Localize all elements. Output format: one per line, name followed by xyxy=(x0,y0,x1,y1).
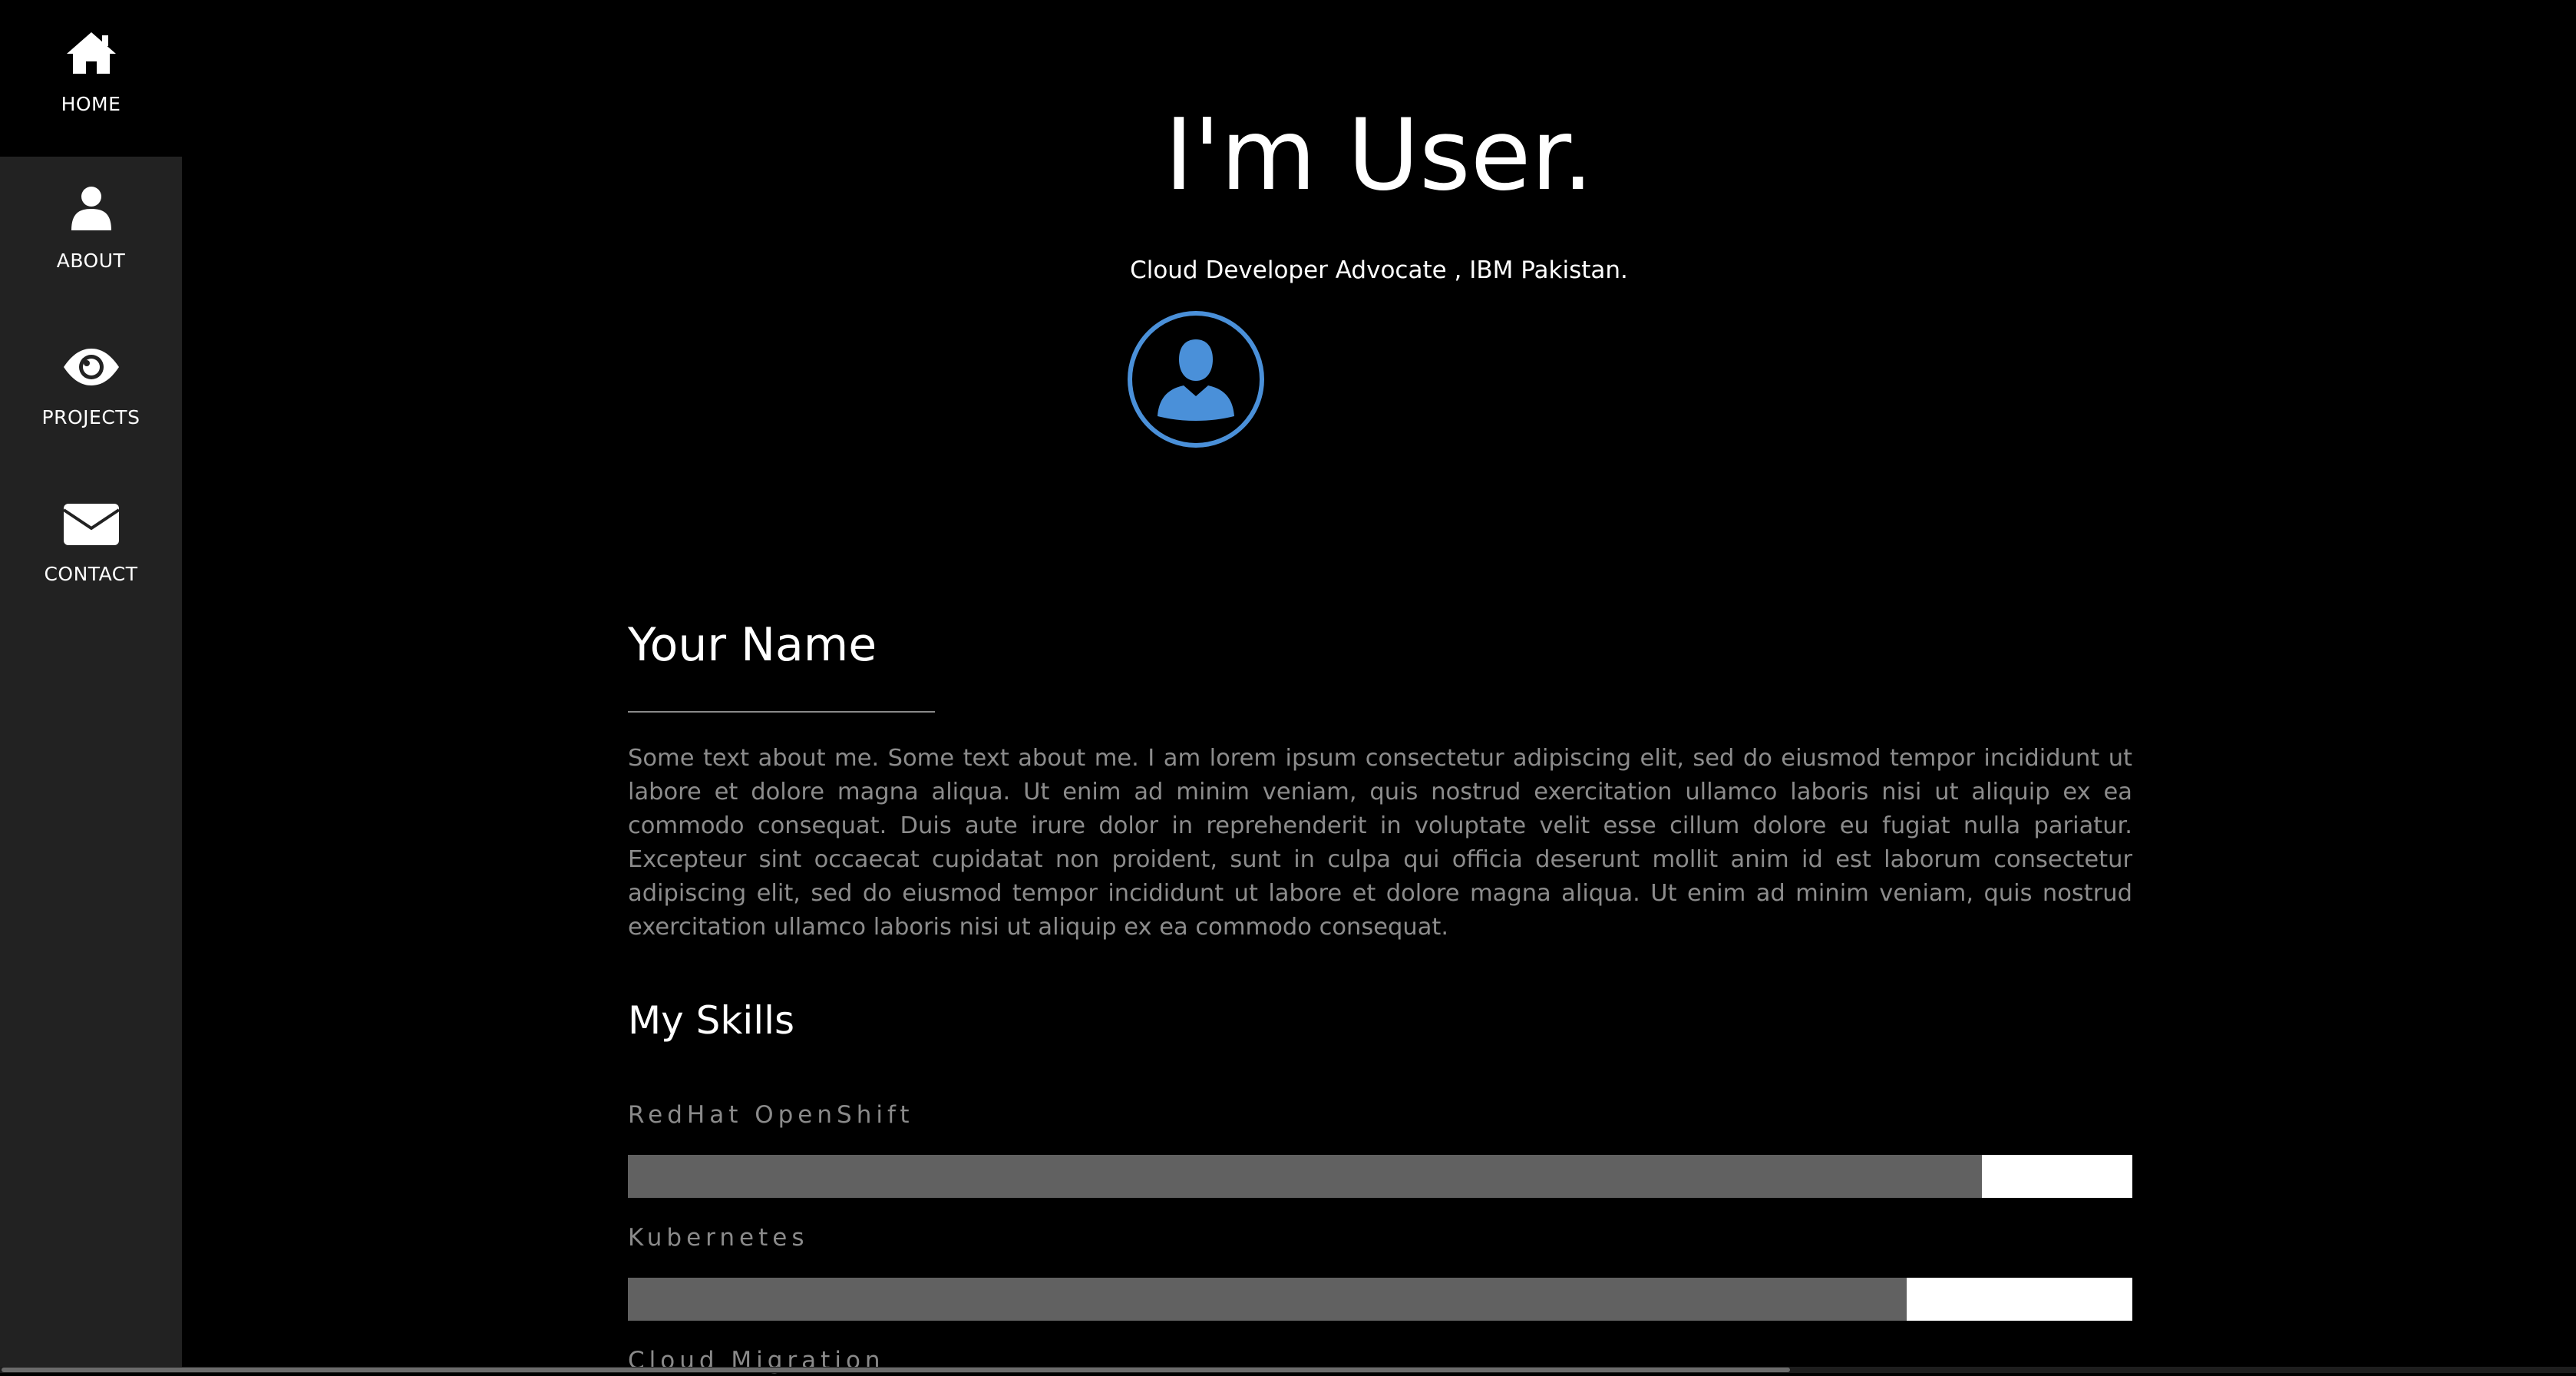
eye-icon xyxy=(61,336,122,398)
skill-bar-kubernetes xyxy=(628,1278,2132,1321)
heading-divider xyxy=(628,711,935,713)
about-heading: Your Name xyxy=(628,618,877,672)
home-icon xyxy=(61,23,122,84)
page-subtitle: Cloud Developer Advocate , IBM Pakistan. xyxy=(1130,256,1628,284)
sidebar-item-home[interactable]: HOME xyxy=(0,0,182,157)
sidebar-item-label: PROJECTS xyxy=(41,406,140,428)
scrollbar-thumb[interactable] xyxy=(2,1368,1790,1372)
sidebar-item-contact[interactable]: CONTACT xyxy=(0,470,182,627)
skill-label-openshift: RedHat OpenShift xyxy=(628,1101,914,1129)
sidebar-item-label: HOME xyxy=(61,93,121,115)
page-title: I'm User. xyxy=(1164,98,1593,213)
envelope-icon xyxy=(61,493,122,554)
sidebar-item-label: ABOUT xyxy=(56,250,126,272)
skill-bar-fill xyxy=(628,1278,1907,1321)
sidebar-item-label: CONTACT xyxy=(44,563,138,585)
skills-heading: My Skills xyxy=(628,998,795,1043)
sidebar-item-projects[interactable]: PROJECTS xyxy=(0,313,182,470)
user-avatar-icon xyxy=(1128,311,1264,448)
sidebar-nav: HOME ABOUT PROJECTS CONTACT xyxy=(0,0,182,1367)
skill-bar-fill xyxy=(628,1155,1982,1198)
sidebar-item-about[interactable]: ABOUT xyxy=(0,157,182,313)
horizontal-scrollbar[interactable] xyxy=(0,1367,2576,1373)
avatar xyxy=(1127,310,1265,448)
skill-label-kubernetes: Kubernetes xyxy=(628,1224,809,1252)
skill-bar-openshift xyxy=(628,1155,2132,1198)
about-text: Some text about me. Some text about me. … xyxy=(628,745,2132,941)
user-icon xyxy=(61,180,122,241)
